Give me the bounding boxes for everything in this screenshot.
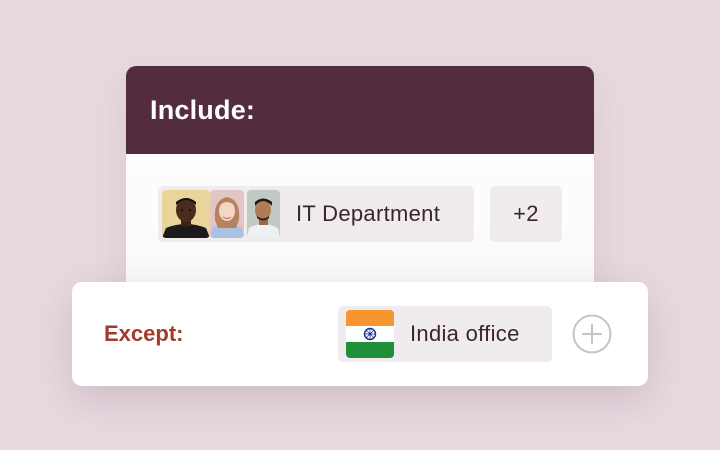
include-card: Include: IT Department +2: [126, 66, 594, 296]
except-title: Except:: [104, 321, 184, 346]
more-members-chip[interactable]: +2: [490, 186, 562, 242]
india-office-label: India office: [410, 321, 520, 346]
more-members-count: +2: [513, 201, 539, 226]
india-office-chip[interactable]: India office: [338, 306, 552, 362]
plus-circle-icon: [572, 314, 612, 354]
avatar: [210, 190, 244, 238]
avatar: [162, 190, 210, 238]
it-department-chip[interactable]: IT Department: [158, 186, 474, 242]
it-department-label: IT Department: [296, 201, 441, 226]
avatar: [247, 190, 280, 238]
india-flag-icon: [346, 310, 394, 358]
except-card: Except: India office: [72, 282, 648, 386]
include-header: Include:: [126, 66, 594, 154]
add-exception-button[interactable]: [572, 314, 612, 354]
include-title: Include:: [150, 95, 256, 125]
